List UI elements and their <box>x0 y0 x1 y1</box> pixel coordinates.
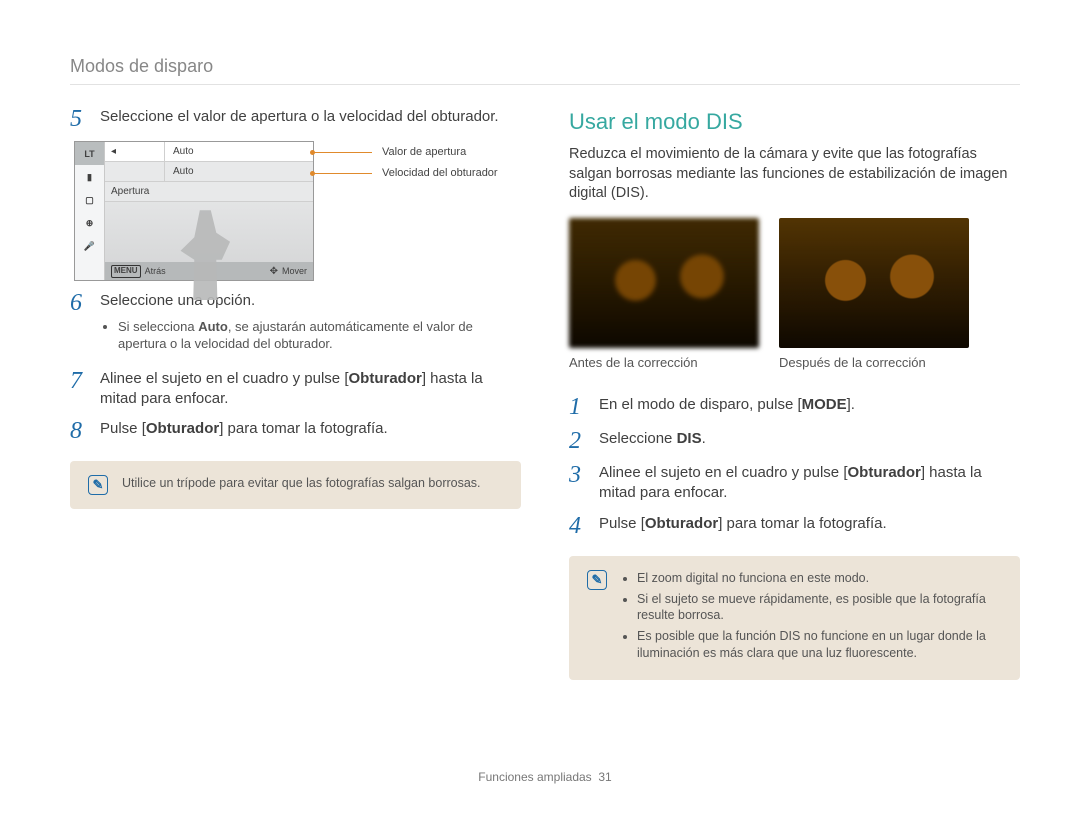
right-column: Usar el modo DIS Reduzca el movimiento d… <box>569 107 1020 749</box>
step-4: 4 Pulse [Obturador] para tomar la fotogr… <box>569 514 1020 538</box>
tip-note: El zoom digital no funciona en este modo… <box>569 556 1020 680</box>
breadcrumb: Modos de disparo <box>70 54 1020 78</box>
image-before-correction <box>569 218 759 348</box>
lcd-callouts: Valor de apertura Velocidad del obturado… <box>322 145 498 187</box>
page-footer: Funciones ampliadas 31 <box>70 749 1020 785</box>
step-text: Alinee el sujeto en el cuadro y pulse [O… <box>599 463 1020 504</box>
image-after-correction <box>779 218 969 348</box>
lcd-row-aperture-value: ◂ Auto <box>105 142 313 162</box>
step-text: Seleccione el valor de apertura o la vel… <box>100 107 521 131</box>
callout-aperture: Valor de apertura <box>322 145 498 160</box>
step-text: Alinee el sujeto en el cuadro y pulse [O… <box>100 369 521 410</box>
thumb-before: Antes de la corrección <box>569 218 759 372</box>
note-icon <box>88 475 108 495</box>
section-intro: Reduzca el movimiento de la cámara y evi… <box>569 145 1020 204</box>
callout-shutter: Velocidad del obturador <box>322 166 498 181</box>
lcd-illustration-wrap: LT ▮ ▢ ⊕ 🎤 ◂ Auto <box>70 141 521 281</box>
content-columns: 5 Seleccione el valor de apertura o la v… <box>70 107 1020 749</box>
note-item: Si el sujeto se mueve rápidamente, es po… <box>637 591 1002 625</box>
step-3: 3 Alinee el sujeto en el cuadro y pulse … <box>569 463 1020 504</box>
step-number: 7 <box>70 369 88 410</box>
step-number: 3 <box>569 463 587 504</box>
lcd-preview <box>105 202 313 262</box>
section-heading: Usar el modo DIS <box>569 107 1020 137</box>
note-item: El zoom digital no funciona en este modo… <box>637 570 1002 587</box>
step-number: 6 <box>70 291 88 358</box>
step-7: 7 Alinee el sujeto en el cuadro y pulse … <box>70 369 521 410</box>
menu-icon: MENU <box>111 265 141 278</box>
manual-page: Modos de disparo 5 Seleccione el valor d… <box>0 0 1080 815</box>
step-text: En el modo de disparo, pulse [MODE]. <box>599 395 1020 419</box>
lcd-illustration: LT ▮ ▢ ⊕ 🎤 ◂ Auto <box>74 141 314 281</box>
caption-after: Después de la corrección <box>779 354 969 372</box>
step-number: 8 <box>70 419 88 443</box>
step-number: 1 <box>569 395 587 419</box>
comparison-thumbs: Antes de la corrección Después de la cor… <box>569 218 1020 372</box>
silhouette-icon <box>178 210 233 300</box>
step-2: 2 Seleccione DIS. <box>569 429 1020 453</box>
note-text: Utilice un trípode para evitar que las f… <box>122 475 503 495</box>
step-6: 6 Seleccione una opción. Si selecciona A… <box>70 291 521 358</box>
divider <box>70 84 1020 85</box>
lcd-row-label: Apertura <box>105 182 313 202</box>
tip-note: Utilice un trípode para evitar que las f… <box>70 461 521 509</box>
left-column: 5 Seleccione el valor de apertura o la v… <box>70 107 521 749</box>
lcd-rows: ◂ Auto Auto Apertura <box>105 142 313 280</box>
thumb-after: Después de la corrección <box>779 218 969 372</box>
lcd-side-icon: ⊕ <box>75 211 104 234</box>
step-text: Seleccione una opción. Si selecciona Aut… <box>100 291 521 358</box>
lcd-row-shutter-value: Auto <box>105 162 313 182</box>
note-list: El zoom digital no funciona en este modo… <box>621 570 1002 666</box>
note-item: Es posible que la función DIS no funcion… <box>637 628 1002 662</box>
step-5: 5 Seleccione el valor de apertura o la v… <box>70 107 521 131</box>
lcd-move-label: Mover <box>282 265 307 277</box>
step-text: Pulse [Obturador] para tomar la fotograf… <box>100 419 521 443</box>
step-6-bullet: Si selecciona Auto, se ajustarán automát… <box>118 318 521 353</box>
note-icon <box>587 570 607 590</box>
lcd-side-icon <box>75 257 104 280</box>
lcd-side-icon: ▮ <box>75 165 104 188</box>
footer-section: Funciones ampliadas <box>478 770 591 784</box>
footer-page-number: 31 <box>598 770 611 784</box>
step-8: 8 Pulse [Obturador] para tomar la fotogr… <box>70 419 521 443</box>
step-text: Pulse [Obturador] para tomar la fotograf… <box>599 514 1020 538</box>
move-icon: ✥ <box>270 265 278 279</box>
lcd-side-icon: 🎤 <box>75 234 104 257</box>
step-1: 1 En el modo de disparo, pulse [MODE]. <box>569 395 1020 419</box>
step-number: 2 <box>569 429 587 453</box>
lcd-tag: LT <box>75 142 104 165</box>
step-number: 4 <box>569 514 587 538</box>
lcd-sidebar: LT ▮ ▢ ⊕ 🎤 <box>75 142 105 280</box>
lcd-back-label: Atrás <box>145 265 166 277</box>
step-number: 5 <box>70 107 88 131</box>
caption-before: Antes de la corrección <box>569 354 759 372</box>
lcd-side-icon: ▢ <box>75 188 104 211</box>
step-text: Seleccione DIS. <box>599 429 1020 453</box>
